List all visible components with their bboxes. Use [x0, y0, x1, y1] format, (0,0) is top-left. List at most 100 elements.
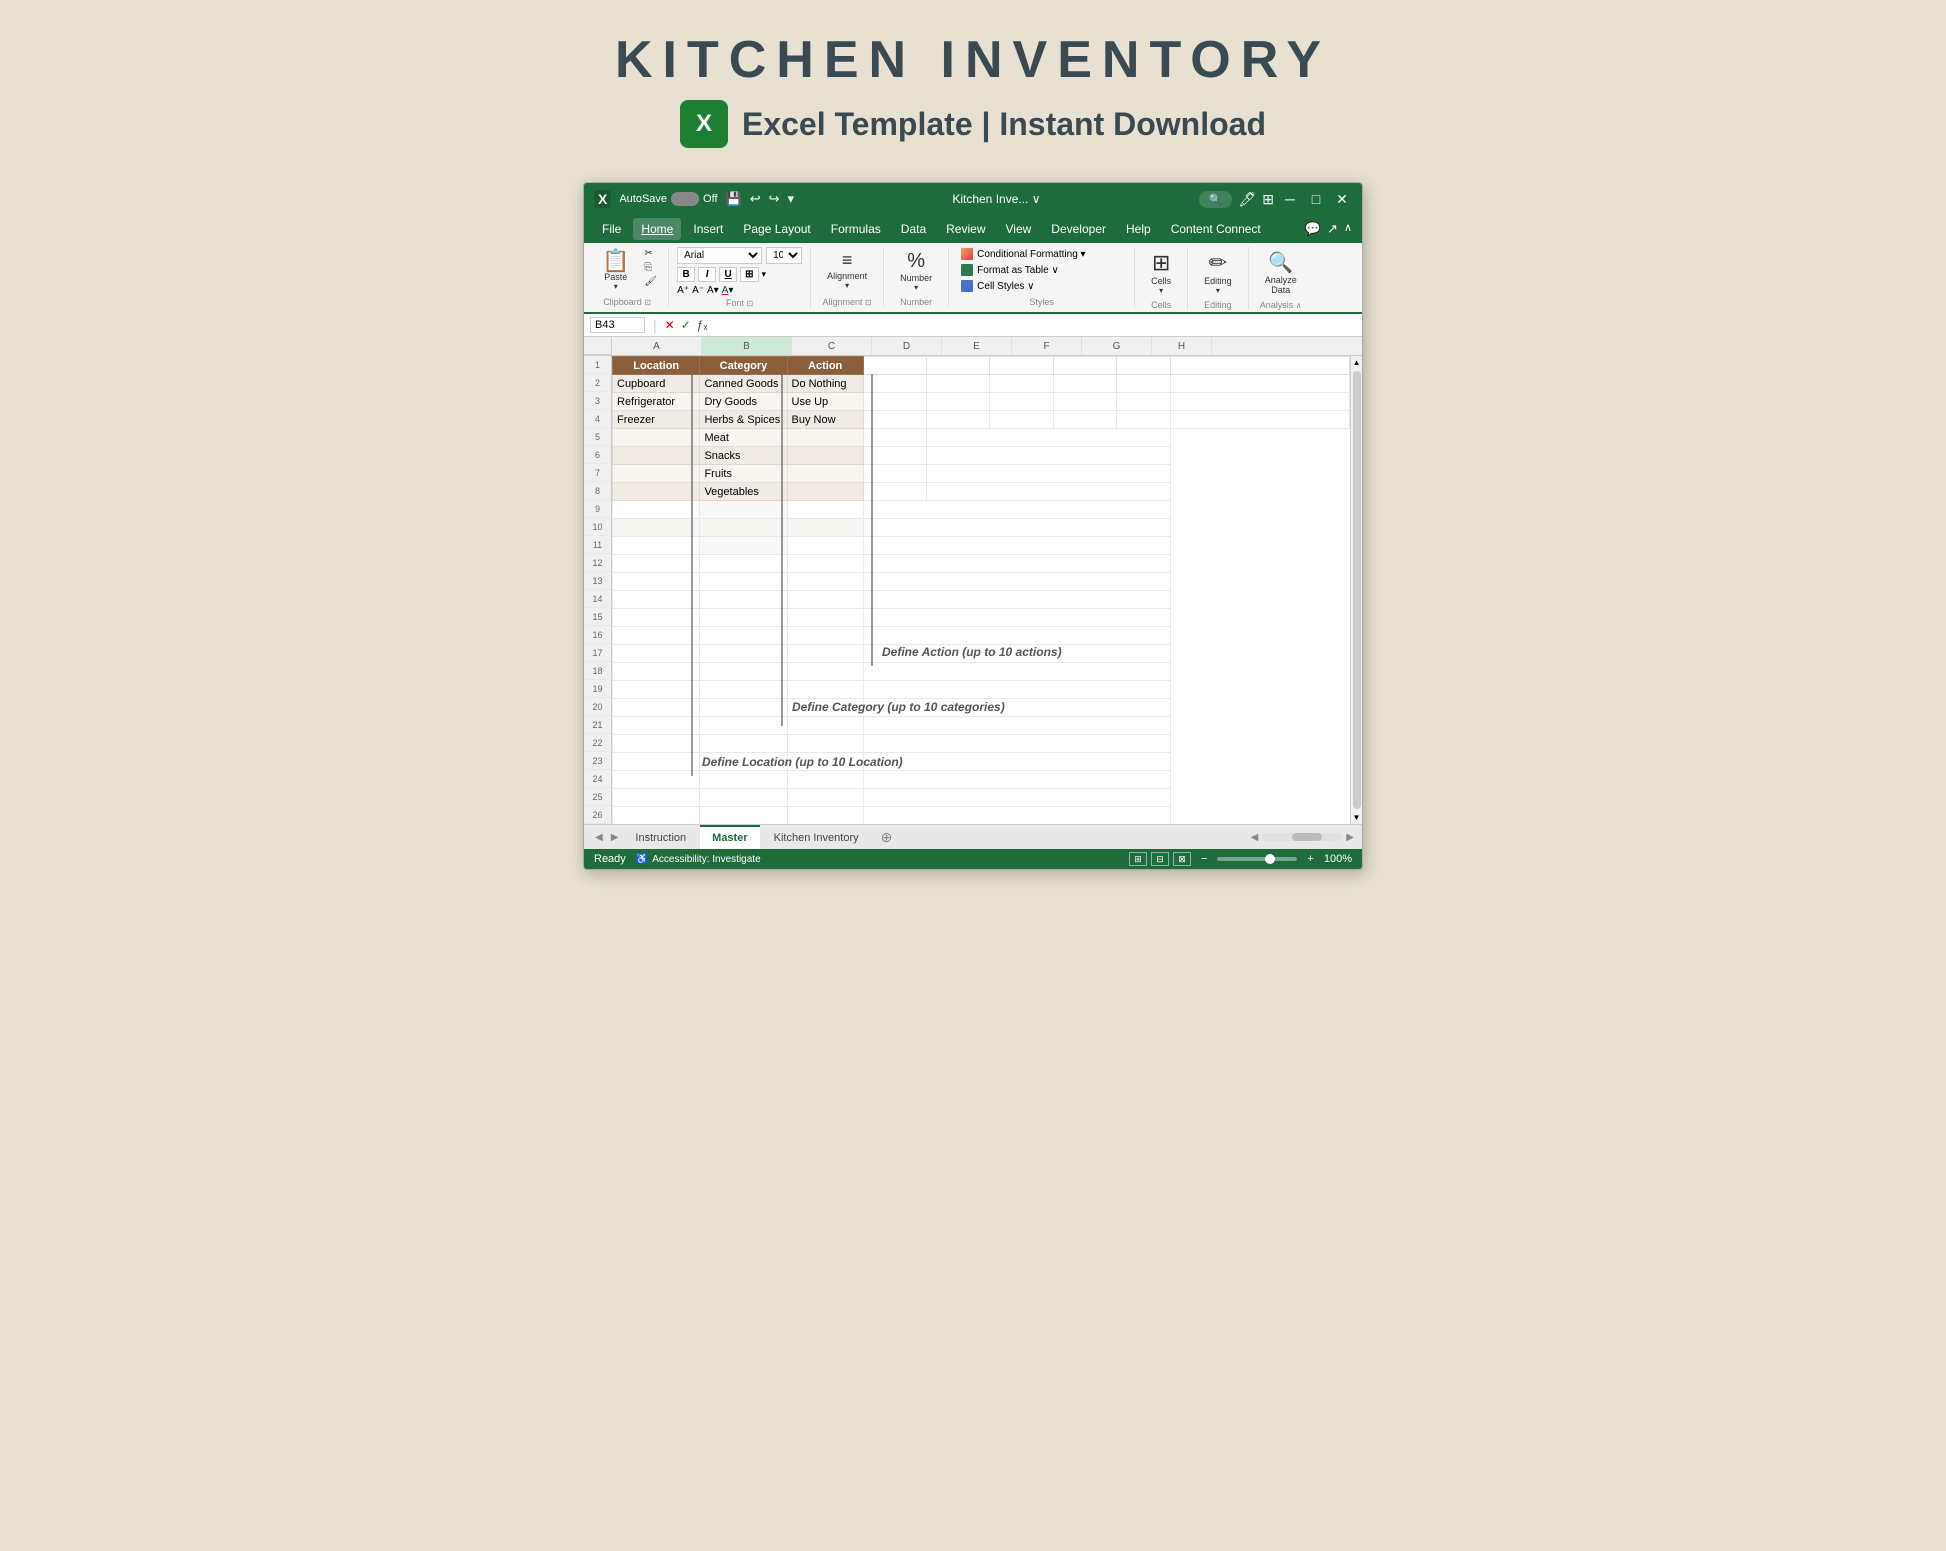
cell-b17[interactable]: [700, 645, 787, 663]
cell-b1[interactable]: Category: [700, 357, 787, 375]
row-header-13[interactable]: 13: [584, 572, 611, 590]
formula-input[interactable]: [715, 319, 1356, 331]
cell-c17[interactable]: [787, 645, 863, 663]
cell-b15[interactable]: [700, 609, 787, 627]
tab-next-icon[interactable]: ▶: [608, 829, 622, 846]
zoom-slider[interactable]: [1217, 857, 1297, 861]
cell-a26[interactable]: [613, 807, 700, 825]
cell-c5[interactable]: [787, 429, 863, 447]
menu-page-layout[interactable]: Page Layout: [735, 218, 818, 240]
menu-developer[interactable]: Developer: [1043, 218, 1114, 240]
tab-prev-icon[interactable]: ◀: [592, 829, 606, 846]
cell-a12[interactable]: [613, 555, 700, 573]
cell-a17[interactable]: [613, 645, 700, 663]
menu-view[interactable]: View: [998, 218, 1040, 240]
cell-a23[interactable]: [613, 753, 700, 771]
cell-c23[interactable]: [787, 753, 863, 771]
cells-button[interactable]: ⊞ Cells ▾: [1143, 247, 1179, 298]
cell-e2[interactable]: [927, 375, 990, 393]
cell-c6[interactable]: [787, 447, 863, 465]
cell-c11[interactable]: [787, 537, 863, 555]
cell-b19[interactable]: [700, 681, 787, 699]
cell-c21[interactable]: [787, 717, 863, 735]
confirm-icon[interactable]: ✓: [681, 318, 691, 332]
pen-icon[interactable]: 🖊: [1238, 191, 1256, 208]
col-header-e[interactable]: E: [942, 337, 1012, 355]
row-header-17[interactable]: 17: [584, 644, 611, 662]
row-header-24[interactable]: 24: [584, 770, 611, 788]
close-button[interactable]: ✕: [1332, 189, 1352, 209]
increase-font-button[interactable]: A⁺: [677, 285, 689, 296]
row-header-23[interactable]: 23: [584, 752, 611, 770]
format-painter-button[interactable]: 🖌: [641, 275, 660, 288]
font-size-select[interactable]: 10: [766, 247, 802, 264]
menu-review[interactable]: Review: [938, 218, 993, 240]
cell-f1[interactable]: [990, 357, 1053, 375]
tab-instruction[interactable]: Instruction: [623, 825, 698, 849]
cell-b10[interactable]: [700, 519, 787, 537]
cell-b11[interactable]: [700, 537, 787, 555]
redo-icon[interactable]: ↪: [769, 191, 780, 207]
cell-c26[interactable]: [787, 807, 863, 825]
cell-b14[interactable]: [700, 591, 787, 609]
cell-g4[interactable]: [1053, 411, 1116, 429]
menu-insert[interactable]: Insert: [685, 218, 731, 240]
cell-a19[interactable]: [613, 681, 700, 699]
underline-button[interactable]: U: [719, 267, 737, 282]
zoom-minus-button[interactable]: −: [1201, 853, 1207, 865]
tab-kitchen-inventory[interactable]: Kitchen Inventory: [762, 825, 871, 849]
row-header-21[interactable]: 21: [584, 716, 611, 734]
cell-b24[interactable]: [700, 771, 787, 789]
cell-c18[interactable]: [787, 663, 863, 681]
cell-f2[interactable]: [990, 375, 1053, 393]
cell-b8[interactable]: Vegetables: [700, 483, 787, 501]
search-box[interactable]: 🔍: [1199, 191, 1233, 208]
cell-c24[interactable]: [787, 771, 863, 789]
cell-a15[interactable]: [613, 609, 700, 627]
cell-b12[interactable]: [700, 555, 787, 573]
zoom-plus-button[interactable]: +: [1307, 853, 1313, 865]
row-header-3[interactable]: 3: [584, 392, 611, 410]
cell-c12[interactable]: [787, 555, 863, 573]
cell-b6[interactable]: Snacks: [700, 447, 787, 465]
row-header-22[interactable]: 22: [584, 734, 611, 752]
cell-c20[interactable]: [787, 699, 863, 717]
font-family-select[interactable]: Arial: [677, 247, 762, 264]
number-button[interactable]: % Number ▾: [892, 247, 940, 295]
tab-master[interactable]: Master: [700, 825, 759, 849]
cell-b18[interactable]: [700, 663, 787, 681]
row-header-4[interactable]: 4: [584, 410, 611, 428]
cell-c14[interactable]: [787, 591, 863, 609]
cell-g3[interactable]: [1053, 393, 1116, 411]
row-header-16[interactable]: 16: [584, 626, 611, 644]
cell-a25[interactable]: [613, 789, 700, 807]
cell-a20[interactable]: [613, 699, 700, 717]
cell-d5[interactable]: [863, 429, 926, 447]
normal-view-button[interactable]: ⊞: [1129, 852, 1147, 866]
cell-b20[interactable]: [700, 699, 787, 717]
cell-d4[interactable]: [863, 411, 926, 429]
row-header-1[interactable]: 1: [584, 356, 611, 374]
row-header-7[interactable]: 7: [584, 464, 611, 482]
cell-b3[interactable]: Dry Goods: [700, 393, 787, 411]
alignment-button[interactable]: ≡ Alignment ▾: [819, 247, 875, 293]
cell-d2[interactable]: [863, 375, 926, 393]
cell-d1[interactable]: [863, 357, 926, 375]
ribbon-collapse-icon[interactable]: ∧: [1344, 221, 1352, 237]
cell-c15[interactable]: [787, 609, 863, 627]
cell-h4[interactable]: [1116, 411, 1170, 429]
fill-color-button[interactable]: A▾: [707, 285, 719, 296]
cell-g2[interactable]: [1053, 375, 1116, 393]
col-header-f[interactable]: F: [1012, 337, 1082, 355]
cell-f4[interactable]: [990, 411, 1053, 429]
row-header-5[interactable]: 5: [584, 428, 611, 446]
col-header-h[interactable]: H: [1152, 337, 1212, 355]
monitor-icon[interactable]: ⊞: [1262, 191, 1274, 208]
cell-a16[interactable]: [613, 627, 700, 645]
cell-d3[interactable]: [863, 393, 926, 411]
col-header-d[interactable]: D: [872, 337, 942, 355]
cell-h1[interactable]: [1116, 357, 1170, 375]
col-header-a[interactable]: A: [612, 337, 702, 355]
cell-a24[interactable]: [613, 771, 700, 789]
row-header-18[interactable]: 18: [584, 662, 611, 680]
